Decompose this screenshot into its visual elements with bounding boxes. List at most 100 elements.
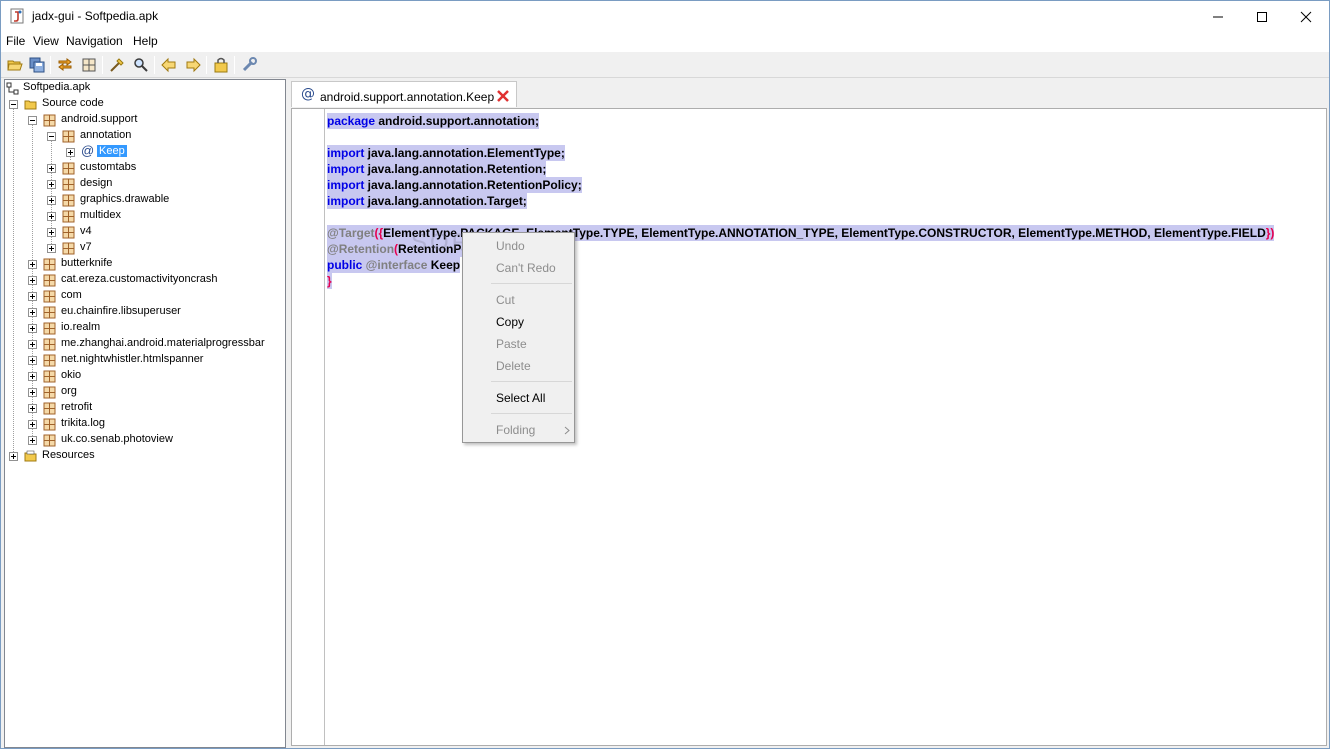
package-icon: [62, 130, 75, 143]
package-icon: [43, 306, 56, 319]
tree-package-label: org: [61, 385, 77, 397]
expand-toggle[interactable]: [47, 228, 56, 237]
expand-toggle[interactable]: [28, 308, 37, 317]
annotation-retention: @Retention: [327, 242, 395, 256]
close-tab-icon[interactable]: [496, 89, 510, 103]
package-icon: [43, 402, 56, 415]
package-icon: [62, 178, 75, 191]
title-bar: jadx-gui - Softpedia.apk: [1, 1, 1329, 32]
tree-design-label: design: [80, 177, 113, 189]
package-icon: [62, 226, 75, 239]
close-window-button[interactable]: [1283, 1, 1329, 32]
package-icon: [43, 370, 56, 383]
tree-package-label: trikita.log: [61, 417, 106, 429]
deobfuscation-icon[interactable]: [212, 56, 230, 74]
jadx-app-icon: [10, 8, 24, 24]
save-all-icon[interactable]: [28, 56, 46, 74]
menu-item-redo[interactable]: Can't Redo: [496, 261, 556, 275]
expand-toggle[interactable]: [28, 388, 37, 397]
package-icon: [43, 338, 56, 351]
tree-graphics-drawable-label: graphics.drawable: [80, 193, 170, 205]
expand-toggle[interactable]: [28, 356, 37, 365]
package-icon: [43, 354, 56, 367]
expand-toggle[interactable]: [28, 260, 37, 269]
menu-item-cut[interactable]: Cut: [496, 293, 515, 307]
expand-toggle[interactable]: [28, 324, 37, 333]
keyword-interface: @interface: [362, 258, 428, 272]
maximize-icon: [1257, 11, 1267, 22]
maximize-button[interactable]: [1239, 1, 1285, 32]
toolbar-separator: [234, 56, 235, 74]
collapse-toggle[interactable]: [47, 132, 56, 141]
expand-toggle[interactable]: [47, 244, 56, 253]
open-file-icon[interactable]: [6, 56, 24, 74]
expand-toggle[interactable]: [9, 452, 18, 461]
expand-toggle[interactable]: [28, 372, 37, 381]
back-arrow-icon[interactable]: [160, 56, 178, 74]
code-line-import: import java.lang.annotation.RetentionPol…: [327, 177, 582, 193]
menu-item-folding[interactable]: Folding: [496, 423, 535, 437]
import-path: java.lang.annotation.Retention;: [364, 162, 547, 176]
menu-item-undo[interactable]: Undo: [496, 239, 525, 253]
menu-help[interactable]: Help: [133, 34, 158, 48]
tree-package-label: retrofit: [61, 401, 93, 413]
closing-brace: }: [327, 274, 332, 288]
expand-toggle[interactable]: [28, 436, 37, 445]
tree-package-label: uk.co.senab.photoview: [61, 433, 173, 445]
code-line-package: package android.support.annotation;: [327, 113, 540, 129]
expand-toggle[interactable]: [28, 420, 37, 429]
package-icon: [62, 194, 75, 207]
expand-toggle[interactable]: [47, 164, 56, 173]
tree-v4-label: v4: [80, 225, 92, 237]
expand-toggle[interactable]: [28, 292, 37, 301]
package-icon: [43, 386, 56, 399]
tree-source-label: Source code: [42, 97, 104, 109]
toolbar: [1, 52, 1329, 78]
collapse-toggle[interactable]: [28, 116, 37, 125]
package-icon: [62, 210, 75, 223]
annotation-at-icon: @: [81, 143, 95, 158]
tree-android-support-label: android.support: [61, 113, 138, 125]
project-tree[interactable]: Softpedia.apk Source code android.suppor…: [4, 79, 286, 748]
expand-toggle[interactable]: [28, 340, 37, 349]
expand-toggle[interactable]: [28, 404, 37, 413]
minimize-button[interactable]: [1195, 1, 1241, 32]
class-search-icon[interactable]: [132, 56, 150, 74]
expand-toggle[interactable]: [47, 180, 56, 189]
app-window: jadx-gui - Softpedia.apk File View Navig…: [0, 0, 1330, 749]
tree-annotation-label: annotation: [80, 129, 132, 141]
tree-root-label: Softpedia.apk: [23, 81, 91, 93]
resources-folder-icon: [24, 450, 37, 462]
menu-item-copy[interactable]: Copy: [496, 315, 524, 329]
menu-item-select-all[interactable]: Select All: [496, 391, 545, 405]
forward-arrow-icon[interactable]: [184, 56, 202, 74]
collapse-toggle[interactable]: [9, 100, 18, 109]
menu-navigation[interactable]: Navigation: [66, 34, 123, 48]
expand-toggle[interactable]: [47, 212, 56, 221]
menu-item-paste[interactable]: Paste: [496, 337, 527, 351]
tree-keep-label: Keep: [97, 145, 127, 157]
tree-package-label: cat.ereza.customactivityoncrash: [61, 273, 218, 285]
code-editor[interactable]: package android.support.annotation; impo…: [291, 108, 1327, 746]
bracket-close: }): [1265, 226, 1275, 240]
tree-v7-label: v7: [80, 241, 92, 253]
chevron-right-icon: [564, 426, 570, 435]
editor-tab[interactable]: @ android.support.annotation.Keep: [291, 81, 517, 107]
menu-view[interactable]: View: [33, 34, 59, 48]
package-icon: [43, 322, 56, 335]
line-gutter: [292, 109, 325, 745]
flatten-packages-icon[interactable]: [80, 56, 98, 74]
text-search-icon[interactable]: [108, 56, 126, 74]
source-folder-icon: [24, 100, 37, 110]
expand-toggle[interactable]: [66, 148, 75, 157]
expand-toggle[interactable]: [47, 196, 56, 205]
preferences-wrench-icon[interactable]: [240, 56, 258, 74]
code-line-close: }: [327, 273, 332, 289]
code-line-declaration: public @interface Keep: [327, 257, 461, 273]
menu-bar: File View Navigation Help: [1, 32, 1329, 52]
menu-file[interactable]: File: [6, 34, 25, 48]
sync-tree-icon[interactable]: [56, 56, 74, 74]
menu-item-delete[interactable]: Delete: [496, 359, 531, 373]
package-name: android.support.annotation;: [375, 114, 540, 128]
expand-toggle[interactable]: [28, 276, 37, 285]
